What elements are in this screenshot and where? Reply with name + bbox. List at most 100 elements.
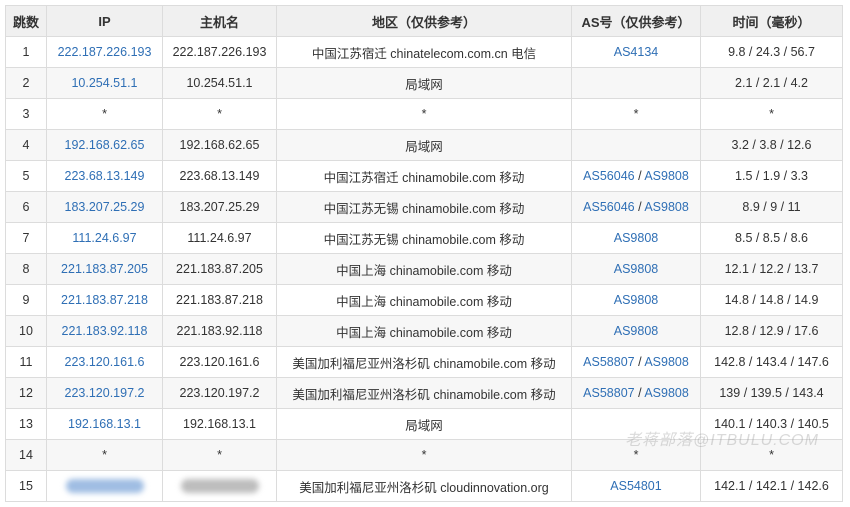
ip-cell-text[interactable]: 192.168.13.1 bbox=[68, 417, 141, 431]
region-cell-text: 中国江苏无锡 chinamobile.com 移动 bbox=[323, 232, 525, 247]
as-cell: AS9808 bbox=[571, 284, 701, 316]
as-link[interactable]: AS9808 bbox=[644, 386, 688, 400]
as-link[interactable]: AS9808 bbox=[614, 231, 658, 245]
region-cell: 局域网 bbox=[276, 67, 572, 99]
ip-cell-text: * bbox=[102, 107, 107, 121]
as-link[interactable]: AS54801 bbox=[610, 479, 661, 493]
region-cell-text: 中国上海 chinamobile.com 移动 bbox=[336, 294, 512, 309]
ip-cell: 221.183.87.218 bbox=[46, 284, 163, 316]
as-cell-text: * bbox=[633, 107, 639, 121]
time-cell-text: 12.1 / 12.2 / 13.7 bbox=[724, 262, 819, 276]
time-cell: 12.1 / 12.2 / 13.7 bbox=[700, 253, 843, 285]
ip-cell-text[interactable]: 111.24.6.97 bbox=[72, 231, 136, 245]
as-cell: AS58807 / AS9808 bbox=[571, 346, 701, 378]
region-cell: * bbox=[276, 98, 572, 130]
ip-cell-text[interactable]: 223.68.13.149 bbox=[65, 169, 145, 183]
time-cell-text: 8.9 / 9 / 11 bbox=[742, 200, 801, 214]
as-link[interactable]: AS9808 bbox=[644, 200, 688, 214]
ip-cell-text[interactable]: 222.187.226.193 bbox=[58, 45, 152, 59]
time-cell: 142.1 / 142.1 / 142.6 bbox=[700, 470, 843, 502]
as-separator: / bbox=[634, 386, 645, 400]
time-cell: 2.1 / 2.1 / 4.2 bbox=[700, 67, 843, 99]
hop-cell-text: 8 bbox=[22, 262, 30, 276]
as-cell: AS4134 bbox=[571, 36, 701, 68]
hostname-cell-text: 221.183.87.205 bbox=[176, 262, 263, 276]
as-link[interactable]: AS58807 bbox=[583, 355, 634, 369]
hostname-cell: 221.183.87.218 bbox=[162, 284, 277, 316]
as-cell: AS56046 / AS9808 bbox=[571, 191, 701, 223]
as-cell-text: * bbox=[633, 448, 639, 462]
ip-cell: 223.120.161.6 bbox=[46, 346, 163, 378]
header-ip: IP bbox=[46, 5, 163, 37]
redacted-ip-mark bbox=[65, 479, 144, 494]
as-separator: / bbox=[634, 200, 645, 214]
ip-cell-text[interactable]: 223.120.197.2 bbox=[65, 386, 145, 400]
region-cell-text: 中国上海 chinamobile.com 移动 bbox=[336, 325, 512, 340]
as-cell: AS9808 bbox=[571, 222, 701, 254]
time-cell-text: 14.8 / 14.8 / 14.9 bbox=[724, 293, 819, 307]
region-cell-text: 美国加利福尼亚州洛杉矶 chinamobile.com 移动 bbox=[292, 387, 556, 402]
ip-cell-text[interactable]: 221.183.87.218 bbox=[61, 293, 148, 307]
table-row: 6 183.207.25.29 183.207.25.29 中国江苏无锡 chinam… bbox=[5, 191, 843, 223]
hostname-cell-text: 222.187.226.193 bbox=[172, 45, 267, 59]
hop-cell: 15 bbox=[5, 470, 47, 502]
hostname-cell-text: 223.120.197.2 bbox=[179, 386, 260, 400]
as-link[interactable]: AS9808 bbox=[644, 355, 688, 369]
region-cell: 美国加利福尼亚州洛杉矶 chinamobile.com 移动 bbox=[276, 346, 572, 378]
region-cell: 美国加利福尼亚州洛杉矶 cloudinnovation.org bbox=[276, 470, 572, 502]
table-header-row: 跳数 IP 主机名 地区（仅供参考） AS号（仅供参考） 时间（毫秒） bbox=[5, 5, 843, 37]
as-link[interactable]: AS56046 bbox=[583, 169, 634, 183]
hop-cell: 10 bbox=[5, 315, 47, 347]
ip-cell: 223.120.197.2 bbox=[46, 377, 163, 409]
region-cell: 中国江苏宿迁 chinamobile.com 移动 bbox=[276, 160, 572, 192]
table-row: 9 221.183.87.218 221.183.87.218 中国上海 chinam… bbox=[5, 284, 843, 316]
hop-cell-text: 13 bbox=[19, 417, 33, 431]
hostname-cell: * bbox=[162, 439, 277, 471]
as-link[interactable]: AS9808 bbox=[644, 169, 688, 183]
ip-cell-text[interactable]: 221.183.92.118 bbox=[62, 324, 148, 338]
hop-cell-text: 9 bbox=[22, 293, 30, 307]
ip-cell-text[interactable]: 221.183.87.205 bbox=[61, 262, 148, 276]
as-link[interactable]: AS4134 bbox=[614, 45, 658, 59]
ip-cell-text[interactable]: 183.207.25.29 bbox=[65, 200, 145, 214]
time-cell: 14.8 / 14.8 / 14.9 bbox=[700, 284, 843, 316]
as-link[interactable]: AS9808 bbox=[614, 324, 658, 338]
time-cell-text: 142.1 / 142.1 / 142.6 bbox=[714, 479, 829, 493]
as-link[interactable]: AS9808 bbox=[614, 262, 658, 276]
redacted-hostname-mark bbox=[180, 479, 259, 494]
ip-cell: 10.254.51.1 bbox=[46, 67, 163, 99]
as-link[interactable]: AS58807 bbox=[583, 386, 634, 400]
as-separator: / bbox=[634, 355, 645, 369]
hostname-cell: 221.183.92.118 bbox=[162, 315, 277, 347]
region-cell-text: 美国加利福尼亚州洛杉矶 chinamobile.com 移动 bbox=[292, 356, 556, 371]
region-cell-text: 中国江苏宿迁 chinamobile.com 移动 bbox=[323, 170, 525, 185]
region-cell: 局域网 bbox=[276, 129, 572, 161]
time-cell: 12.8 / 12.9 / 17.6 bbox=[700, 315, 843, 347]
hop-cell-text: 3 bbox=[22, 107, 30, 121]
as-link[interactable]: AS9808 bbox=[614, 293, 658, 307]
ip-cell: 223.68.13.149 bbox=[46, 160, 163, 192]
region-cell-text: * bbox=[421, 448, 427, 462]
hop-cell: 13 bbox=[5, 408, 47, 440]
ip-cell: * bbox=[46, 439, 163, 471]
hostname-cell: 192.168.62.65 bbox=[162, 129, 277, 161]
time-cell: 8.9 / 9 / 11 bbox=[700, 191, 843, 223]
hostname-cell-text: 192.168.13.1 bbox=[183, 417, 256, 431]
as-cell: * bbox=[571, 98, 701, 130]
as-cell bbox=[571, 129, 701, 161]
as-link[interactable]: AS56046 bbox=[583, 200, 634, 214]
table-row: 11 223.120.161.6 223.120.161.6 美国加利福尼亚州洛杉矶 … bbox=[5, 346, 843, 378]
hostname-cell-text: * bbox=[217, 448, 222, 462]
hop-cell: 1 bbox=[5, 36, 47, 68]
hop-cell: 2 bbox=[5, 67, 47, 99]
ip-cell-text[interactable]: 10.254.51.1 bbox=[71, 76, 137, 90]
table-row: 4 192.168.62.65 192.168.62.65 局域网 3.2 / 3.8 … bbox=[5, 129, 843, 161]
hostname-cell-text: 221.183.87.218 bbox=[176, 293, 263, 307]
hostname-cell: * bbox=[162, 98, 277, 130]
ip-cell-text[interactable]: 192.168.62.65 bbox=[65, 138, 145, 152]
region-cell-text: 局域网 bbox=[405, 77, 443, 92]
time-cell: 9.8 / 24.3 / 56.7 bbox=[700, 36, 843, 68]
ip-cell-text[interactable]: 223.120.161.6 bbox=[65, 355, 145, 369]
time-cell-text: 9.8 / 24.3 / 56.7 bbox=[728, 45, 815, 59]
table-row: 10 221.183.92.118 221.183.92.118 中国上海 china… bbox=[5, 315, 843, 347]
